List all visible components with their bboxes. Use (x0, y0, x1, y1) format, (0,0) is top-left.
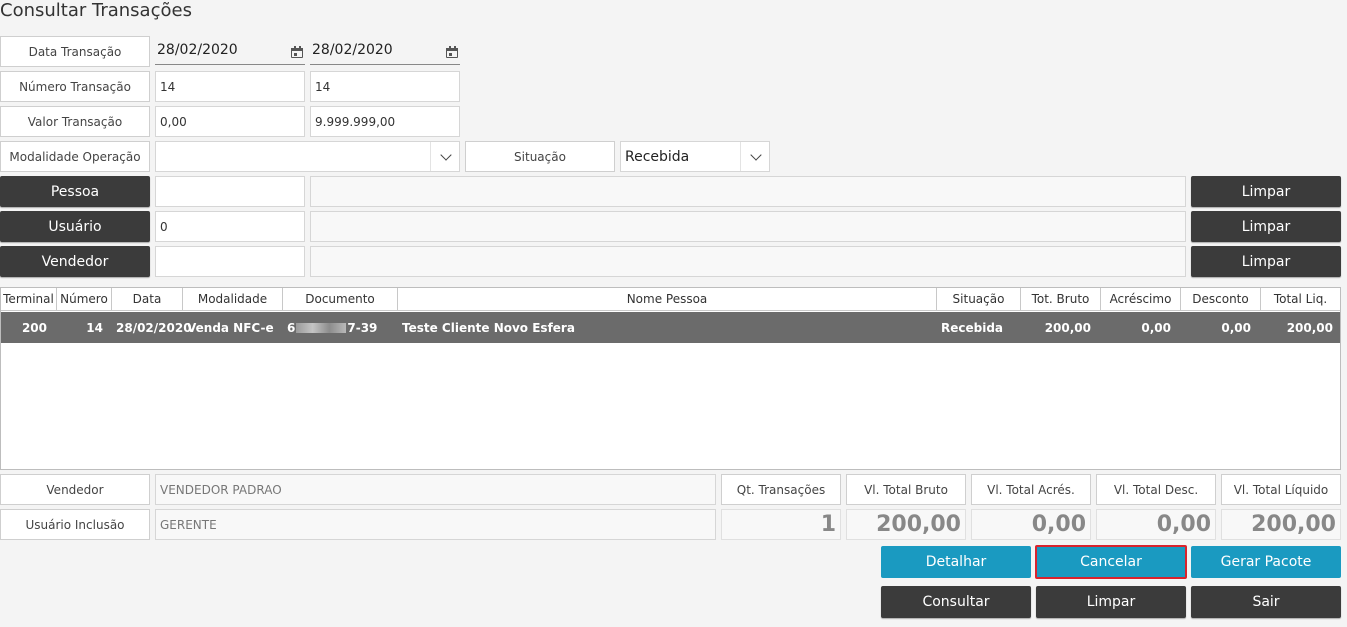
transactions-grid[interactable]: Terminal Número Data Modalidade Document… (0, 287, 1341, 470)
column-header-documento[interactable]: Documento (283, 288, 398, 311)
usuario-search-button[interactable]: Usuário (0, 211, 150, 242)
column-header-modalidade[interactable]: Modalidade (183, 288, 283, 311)
cell-desconto: 0,00 (1221, 320, 1251, 335)
vl-total-bruto-label: Vl. Total Bruto (846, 474, 966, 505)
documento-prefix: 6 (287, 320, 296, 335)
vl-total-acres-label: Vl. Total Acrés. (971, 474, 1091, 505)
cell-modalidade: Venda NFC-e (187, 320, 274, 335)
vendedor-detail-field: VENDEDOR PADRAO (155, 474, 716, 505)
pessoa-clear-button[interactable]: Limpar (1191, 176, 1341, 207)
page-title: Consultar Transações (0, 0, 192, 21)
numero-transacao-to-input[interactable]: 14 (310, 71, 460, 102)
gerar-pacote-button[interactable]: Gerar Pacote (1191, 546, 1341, 578)
pessoa-name-field (310, 176, 1186, 207)
cell-total-liq: 200,00 (1286, 320, 1333, 335)
cell-documento: 6 7-39 (283, 312, 398, 343)
vendedor-name-field (310, 246, 1186, 277)
limpar-button[interactable]: Limpar (1036, 586, 1186, 618)
column-header-nome-pessoa[interactable]: Nome Pessoa (398, 288, 937, 311)
data-transacao-from-value: 28/02/2020 (157, 42, 238, 58)
data-transacao-from-field[interactable]: 28/02/2020 (155, 36, 305, 65)
cancelar-button[interactable]: Cancelar (1035, 545, 1187, 579)
column-header-desconto[interactable]: Desconto (1181, 288, 1261, 311)
usuario-name-field (310, 211, 1186, 242)
column-header-acrescimo[interactable]: Acréscimo (1101, 288, 1181, 311)
chevron-down-icon[interactable] (440, 149, 452, 161)
situacao-label: Situação (465, 141, 615, 172)
cell-situacao: Recebida (941, 320, 1004, 335)
calendar-icon[interactable] (291, 46, 303, 58)
select-divider (430, 142, 431, 171)
numero-transacao-from-input[interactable]: 14 (155, 71, 305, 102)
column-header-numero[interactable]: Número (57, 288, 112, 311)
cell-nome-pessoa: Teste Cliente Novo Esfera (402, 320, 575, 335)
cell-tot-bruto: 200,00 (1044, 320, 1091, 335)
vl-total-liquido-value: 200,00 (1221, 509, 1341, 540)
pessoa-code-input[interactable] (155, 176, 305, 207)
table-row[interactable]: 200 14 28/02/2020 Venda NFC-e 6 7-39 Test… (1, 312, 1340, 343)
vl-total-acres-value: 0,00 (971, 509, 1091, 540)
column-header-terminal[interactable]: Terminal (1, 288, 57, 311)
qt-transacoes-label: Qt. Transações (721, 474, 841, 505)
column-header-total-liq[interactable]: Total Liq. (1261, 288, 1340, 311)
redacted-block (296, 322, 347, 333)
data-transacao-to-field[interactable]: 28/02/2020 (310, 36, 460, 65)
vl-total-bruto-value: 200,00 (846, 509, 966, 540)
usuario-inclusao-label: Usuário Inclusão (0, 509, 150, 540)
usuario-code-input[interactable]: 0 (155, 211, 305, 242)
vendedor-search-button[interactable]: Vendedor (0, 246, 150, 277)
modalidade-operacao-label: Modalidade Operação (0, 141, 150, 172)
documento-suffix: 7-39 (347, 320, 378, 335)
detalhar-button[interactable]: Detalhar (881, 546, 1031, 578)
cell-numero: 14 (86, 320, 103, 335)
situacao-select[interactable]: Recebida (620, 141, 770, 172)
vendedor-code-input[interactable] (155, 246, 305, 277)
vendedor-detail-label: Vendedor (0, 474, 150, 505)
cell-acrescimo: 0,00 (1141, 320, 1171, 335)
usuario-inclusao-field: GERENTE (155, 509, 716, 540)
valor-transacao-from-input[interactable]: 0,00 (155, 106, 305, 137)
cell-terminal: 200 (21, 320, 47, 335)
usuario-clear-button[interactable]: Limpar (1191, 211, 1341, 242)
qt-transacoes-value: 1 (721, 509, 841, 540)
pessoa-search-button[interactable]: Pessoa (0, 176, 150, 207)
data-transacao-to-value: 28/02/2020 (312, 42, 393, 58)
sair-button[interactable]: Sair (1191, 586, 1341, 618)
calendar-icon[interactable] (446, 46, 458, 58)
vl-total-liquido-label: Vl. Total Líquido (1221, 474, 1341, 505)
vl-total-desc-value: 0,00 (1096, 509, 1216, 540)
consultar-button[interactable]: Consultar (881, 586, 1031, 618)
numero-transacao-label: Número Transação (0, 71, 150, 102)
modalidade-operacao-select[interactable] (155, 141, 460, 172)
valor-transacao-to-input[interactable]: 9.999.999,00 (310, 106, 460, 137)
select-divider (740, 142, 741, 171)
column-header-data[interactable]: Data (112, 288, 183, 311)
column-header-tot-bruto[interactable]: Tot. Bruto (1021, 288, 1101, 311)
situacao-value: Recebida (625, 148, 690, 165)
vendedor-clear-button[interactable]: Limpar (1191, 246, 1341, 277)
cell-data: 28/02/2020 (116, 320, 192, 335)
chevron-down-icon[interactable] (750, 149, 762, 161)
valor-transacao-label: Valor Transação (0, 106, 150, 137)
data-transacao-label: Data Transação (0, 36, 150, 67)
vl-total-desc-label: Vl. Total Desc. (1096, 474, 1216, 505)
column-header-situacao[interactable]: Situação (937, 288, 1021, 311)
